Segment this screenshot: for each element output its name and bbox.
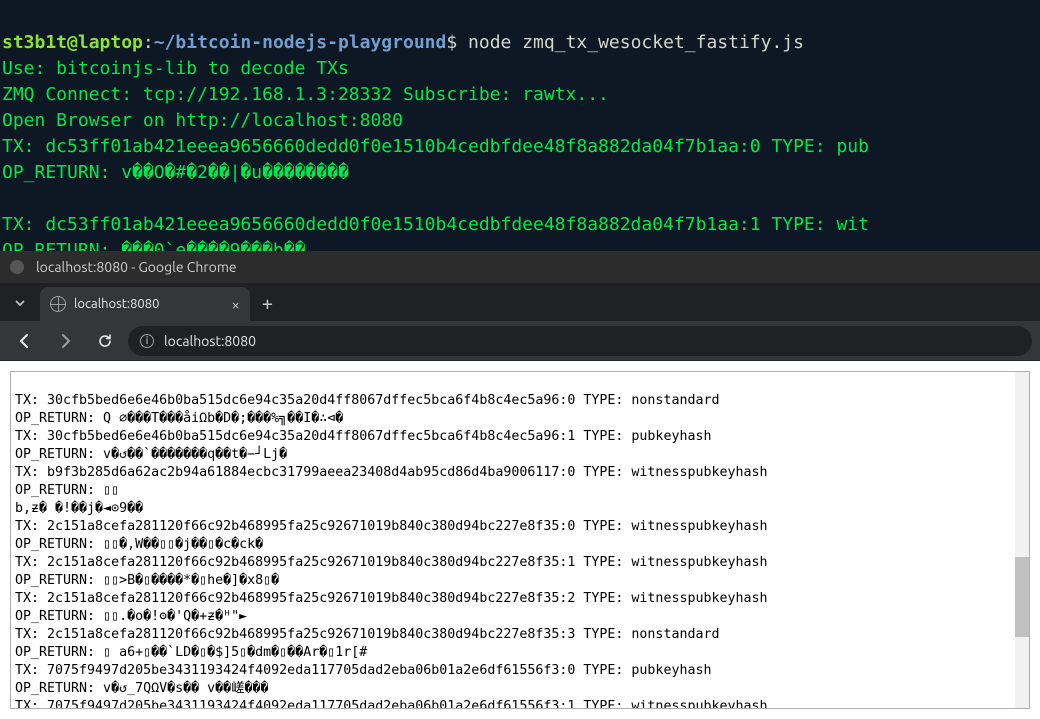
- reload-button[interactable]: [88, 324, 122, 358]
- globe-icon: [50, 296, 66, 312]
- window-title-bar[interactable]: localhost:8080 - Google Chrome: [0, 251, 1040, 283]
- reload-icon: [97, 333, 113, 349]
- terminal-line: TX: dc53ff01ab421eeea9656660dedd0f0e1510…: [2, 136, 869, 157]
- prompt-command: node zmq_tx_wesocket_fastify.js: [468, 32, 804, 53]
- tab-localhost[interactable]: localhost:8080 ×: [40, 287, 250, 321]
- prompt-user: st3b1t@laptop: [2, 32, 143, 53]
- back-button[interactable]: [8, 324, 42, 358]
- url-text: localhost:8080: [164, 333, 256, 349]
- arrow-right-icon: [57, 333, 73, 349]
- terminal-line: ZMQ Connect: tcp://192.168.1.3:28332 Sub…: [2, 84, 609, 105]
- address-bar: i localhost:8080: [0, 321, 1040, 361]
- terminal-line: Open Browser on http://localhost:8080: [2, 110, 403, 131]
- site-info-icon[interactable]: i: [140, 334, 154, 348]
- page-output-text: TX: 30cfb5bed6e6e46b0ba515dc6e94c35a20d4…: [15, 393, 768, 709]
- scrollbar-track[interactable]: [1015, 372, 1029, 708]
- terminal-line: OP_RETURN: v��O�#�2��|�u��������: [2, 162, 349, 183]
- chevron-down-icon: [15, 300, 25, 306]
- scrollbar-thumb[interactable]: [1015, 557, 1029, 638]
- chrome-window: localhost:8080 - Google Chrome localhost…: [0, 251, 1040, 719]
- terminal-line: Use: bitcoinjs-lib to decode TXs: [2, 58, 349, 79]
- prompt-colon: :: [143, 32, 154, 53]
- output-textarea[interactable]: TX: 30cfb5bed6e6e46b0ba515dc6e94c35a20d4…: [10, 371, 1030, 709]
- prompt-path: ~/bitcoin-nodejs-playground: [154, 32, 447, 53]
- prompt-dollar: $: [446, 32, 457, 53]
- arrow-left-icon: [17, 333, 33, 349]
- tabs-dropdown-button[interactable]: [6, 289, 34, 317]
- forward-button[interactable]: [48, 324, 82, 358]
- terminal[interactable]: st3b1t@laptop:~/bitcoin-nodejs-playgroun…: [0, 0, 1040, 251]
- omnibox[interactable]: i localhost:8080: [128, 326, 1032, 356]
- close-tab-button[interactable]: ×: [232, 296, 240, 313]
- terminal-line: TX: dc53ff01ab421eeea9656660dedd0f0e1510…: [2, 214, 869, 235]
- tab-strip: localhost:8080 × +: [0, 283, 1040, 321]
- terminal-line: OP_RETURN: ���0`e����9���b��: [2, 240, 305, 251]
- window-control-icon[interactable]: [10, 260, 24, 274]
- new-tab-button[interactable]: +: [256, 294, 283, 321]
- tab-title: localhost:8080: [74, 297, 159, 311]
- window-title: localhost:8080 - Google Chrome: [36, 259, 237, 275]
- page-viewport: TX: 30cfb5bed6e6e46b0ba515dc6e94c35a20d4…: [0, 361, 1040, 719]
